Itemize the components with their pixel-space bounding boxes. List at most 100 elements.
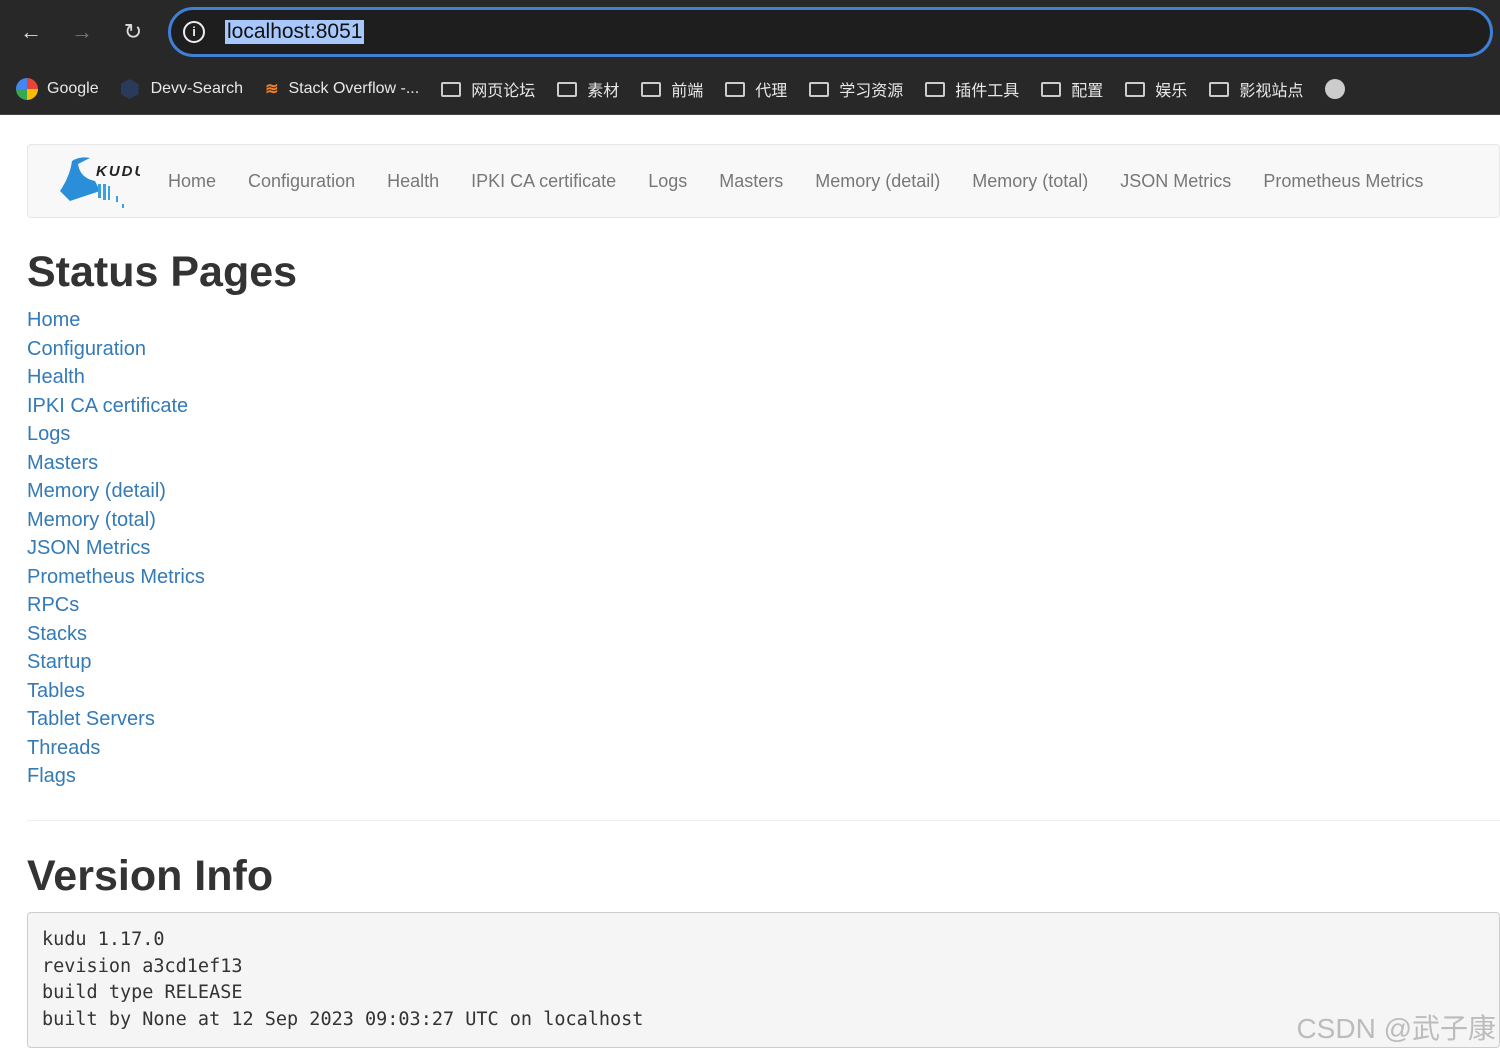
- bookmark-item[interactable]: 配置: [1041, 77, 1103, 101]
- nav-link[interactable]: JSON Metrics: [1120, 171, 1231, 192]
- logo-text: KUDU: [96, 163, 140, 180]
- status-link[interactable]: Configuration: [27, 338, 146, 360]
- list-item: Home: [27, 309, 205, 338]
- folder-icon: [809, 81, 830, 97]
- bookmark-label: 学习资源: [839, 83, 904, 100]
- folder-icon: [925, 81, 946, 97]
- top-navbar: KUDU Home Configuration Health IPKI CA cert…: [27, 144, 1500, 218]
- list-item: RPCs: [27, 594, 205, 623]
- list-item: Logs: [27, 423, 205, 452]
- version-line: built by None at 12 Sep 2023 09:03:27 UT…: [42, 1008, 644, 1030]
- forward-button[interactable]: →: [69, 19, 95, 45]
- back-button[interactable]: ←: [18, 19, 44, 45]
- folder-icon: [441, 81, 462, 97]
- status-link[interactable]: Memory (detail): [27, 480, 166, 502]
- list-item: Health: [27, 366, 205, 395]
- list-item: Threads: [27, 737, 205, 766]
- version-line: build type RELEASE: [42, 982, 243, 1003]
- nav-link[interactable]: Masters: [719, 171, 783, 192]
- folder-icon: [1209, 81, 1230, 97]
- bookmark-item[interactable]: ≋ Stack Overflow -...: [265, 79, 419, 99]
- list-item: Prometheus Metrics: [27, 566, 205, 595]
- list-item: Flags: [27, 765, 205, 794]
- bookmark-label: Google: [47, 80, 99, 97]
- globe-icon[interactable]: [1325, 79, 1346, 99]
- cube-icon: [120, 79, 139, 99]
- list-item: Memory (total): [27, 509, 205, 538]
- folder-icon: [1041, 81, 1062, 97]
- list-item: Tablet Servers: [27, 708, 205, 737]
- nav-link[interactable]: Memory (detail): [815, 171, 940, 192]
- bookmark-label: 前端: [671, 83, 704, 100]
- status-link[interactable]: Stacks: [27, 623, 87, 645]
- status-pages-heading: Status Pages: [27, 248, 298, 296]
- status-link[interactable]: Prometheus Metrics: [27, 566, 205, 588]
- status-link[interactable]: Startup: [27, 651, 91, 673]
- bookmarks-bar: Google Devv-Search ≋ Stack Overflow -... 网页论…: [0, 64, 1500, 114]
- list-item: Masters: [27, 452, 205, 481]
- list-item: Tables: [27, 680, 205, 709]
- version-info-block: kudu 1.17.0 revision a3cd1ef13 build type …: [27, 912, 1500, 1048]
- reload-button[interactable]: ↻: [120, 19, 146, 45]
- bookmark-label: 娱乐: [1155, 83, 1188, 100]
- status-link[interactable]: IPKI CA certificate: [27, 395, 188, 417]
- status-link[interactable]: Home: [27, 309, 80, 331]
- status-link[interactable]: Tables: [27, 680, 85, 702]
- bookmark-label: 影视站点: [1239, 83, 1304, 100]
- browser-chrome: ← → ↻ i localhost:8051 Google Devv-Search…: [0, 0, 1500, 115]
- watermark: CSDN @武子康: [1296, 1013, 1496, 1044]
- google-icon: [16, 78, 38, 100]
- nav-link[interactable]: Logs: [648, 171, 687, 192]
- nav-link[interactable]: IPKI CA certificate: [471, 171, 616, 192]
- version-line: kudu 1.17.0: [42, 929, 165, 950]
- version-line: revision a3cd1ef13: [42, 955, 243, 977]
- bookmark-label: Stack Overflow -...: [288, 80, 420, 97]
- kudu-logo[interactable]: KUDU: [50, 146, 145, 216]
- bookmark-label: 代理: [755, 83, 788, 100]
- bookmark-item[interactable]: 插件工具: [925, 77, 1019, 101]
- list-item: Configuration: [27, 338, 205, 367]
- status-link[interactable]: Tablet Servers: [27, 708, 155, 730]
- bookmark-item[interactable]: Google: [16, 78, 99, 100]
- bookmark-label: 素材: [587, 83, 620, 100]
- nav-link[interactable]: Prometheus Metrics: [1263, 171, 1423, 192]
- address-bar[interactable]: i localhost:8051: [168, 7, 1493, 57]
- bookmark-item[interactable]: 娱乐: [1125, 77, 1187, 101]
- folder-icon: [641, 81, 662, 97]
- list-item: IPKI CA certificate: [27, 395, 205, 424]
- bookmark-label: 配置: [1071, 83, 1104, 100]
- divider: [27, 820, 1500, 821]
- list-item: Startup: [27, 651, 205, 680]
- nav-link[interactable]: Home: [168, 171, 216, 192]
- url-text[interactable]: localhost:8051: [225, 20, 365, 44]
- bookmark-item[interactable]: 网页论坛: [441, 77, 535, 101]
- status-link[interactable]: Flags: [27, 765, 76, 787]
- status-link[interactable]: Health: [27, 366, 85, 388]
- status-link[interactable]: JSON Metrics: [27, 537, 150, 559]
- bookmark-item[interactable]: 前端: [641, 77, 703, 101]
- stackoverflow-icon: ≋: [265, 81, 279, 98]
- bookmark-item[interactable]: Devv-Search: [120, 79, 244, 99]
- list-item: JSON Metrics: [27, 537, 205, 566]
- nav-link[interactable]: Configuration: [248, 171, 355, 192]
- list-item: Memory (detail): [27, 480, 205, 509]
- bookmark-item[interactable]: 代理: [725, 77, 787, 101]
- status-link[interactable]: RPCs: [27, 594, 79, 616]
- bookmark-label: 网页论坛: [471, 83, 536, 100]
- bookmark-item[interactable]: 素材: [557, 77, 619, 101]
- status-links-list: Home Configuration Health IPKI CA certifica…: [27, 309, 205, 794]
- status-link[interactable]: Threads: [27, 737, 100, 759]
- bookmark-item[interactable]: 影视站点: [1209, 77, 1303, 101]
- list-item: Stacks: [27, 623, 205, 652]
- info-icon[interactable]: i: [183, 21, 205, 43]
- status-link[interactable]: Logs: [27, 423, 70, 445]
- nav-link[interactable]: Health: [387, 171, 439, 192]
- bookmark-label: Devv-Search: [150, 80, 244, 97]
- folder-icon: [1125, 81, 1146, 97]
- nav-link[interactable]: Memory (total): [972, 171, 1088, 192]
- folder-icon: [725, 81, 746, 97]
- bookmark-item[interactable]: 学习资源: [809, 77, 903, 101]
- status-link[interactable]: Masters: [27, 452, 98, 474]
- status-link[interactable]: Memory (total): [27, 509, 156, 531]
- bookmark-label: 插件工具: [955, 83, 1020, 100]
